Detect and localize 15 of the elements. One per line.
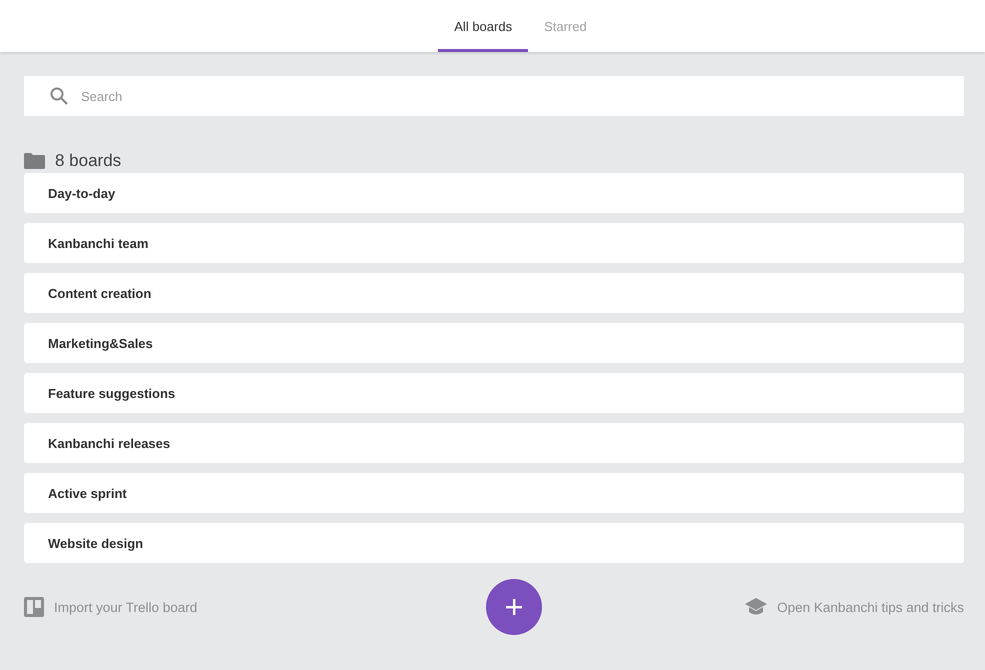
- search-field[interactable]: Search: [24, 76, 964, 116]
- board-item[interactable]: Day-to-day: [24, 173, 964, 213]
- board-item[interactable]: Content creation: [24, 273, 964, 313]
- board-item[interactable]: Kanbanchi team: [24, 223, 964, 263]
- graduation-cap-icon: [745, 598, 768, 616]
- folder-icon: [24, 153, 45, 169]
- board-item[interactable]: Website design: [24, 523, 964, 563]
- board-item[interactable]: Feature suggestions: [24, 373, 964, 413]
- plus-icon: [506, 599, 522, 615]
- board-item[interactable]: Active sprint: [24, 473, 964, 513]
- board-icon: [24, 597, 44, 617]
- tab[interactable]: All boards: [438, 0, 528, 52]
- boards-count: 8 boards: [55, 151, 122, 171]
- board-item[interactable]: Marketing&Sales: [24, 323, 964, 363]
- board-item[interactable]: Kanbanchi releases: [24, 423, 964, 463]
